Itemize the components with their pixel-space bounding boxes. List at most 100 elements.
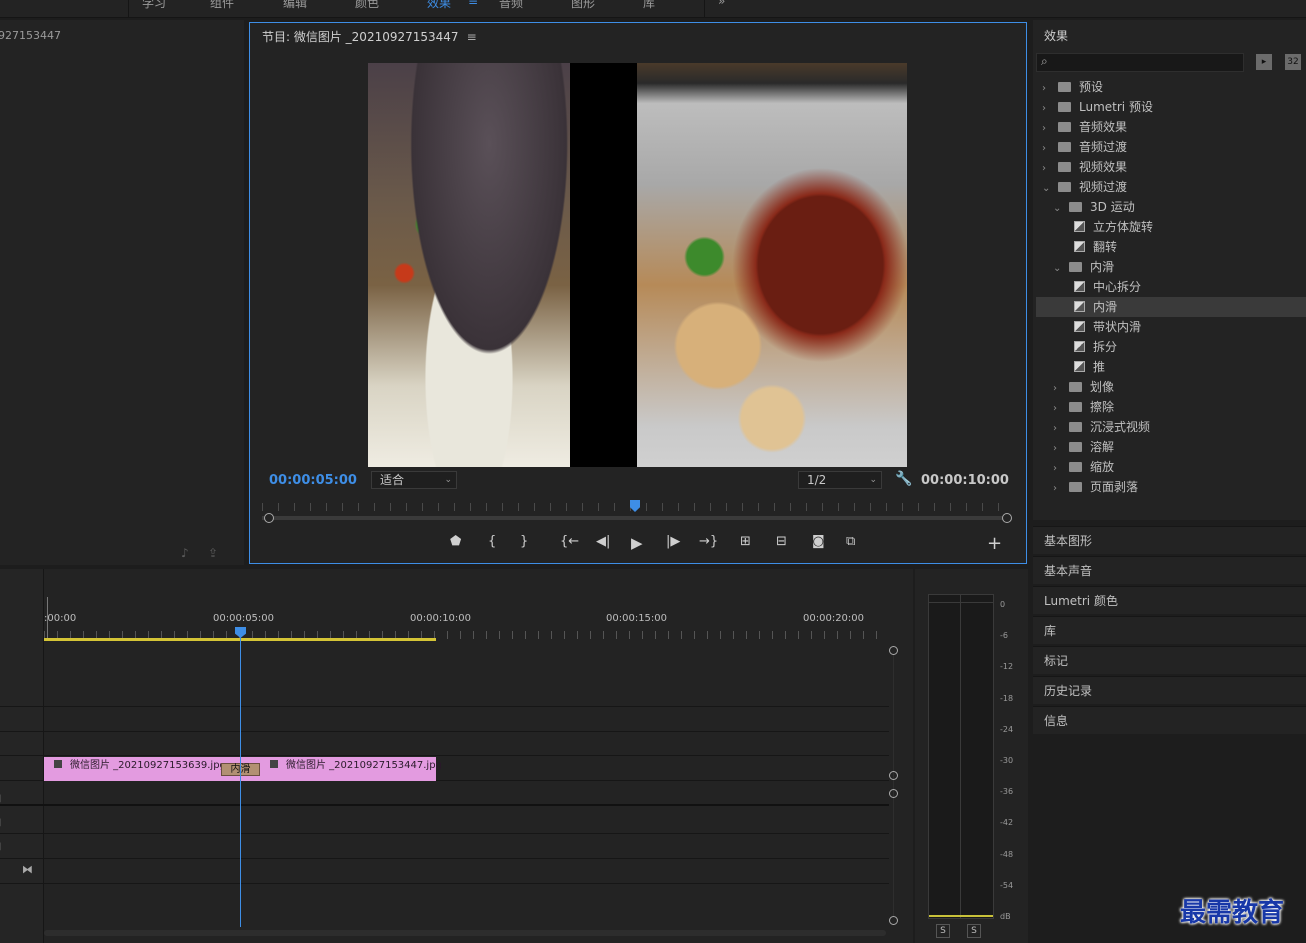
extract-icon[interactable]: ⊟ <box>776 534 787 549</box>
chevron-right-icon[interactable]: › <box>1053 439 1065 459</box>
effect-folder[interactable]: › 划像 <box>1036 377 1306 397</box>
effect-item[interactable]: 翻转 <box>1036 237 1306 257</box>
effect-folder[interactable]: ⌄ 3D 运动 <box>1036 197 1306 217</box>
step-back-icon[interactable]: ◀| <box>596 534 610 549</box>
effect-folder[interactable]: › 页面剥落 <box>1036 477 1306 497</box>
video-scroll-handle[interactable] <box>889 646 898 655</box>
wrench-icon[interactable]: 🔧 <box>895 471 912 487</box>
effect-folder[interactable]: ⌄ 内滑 <box>1036 257 1306 277</box>
effect-folder[interactable]: › 预设 <box>1036 77 1306 97</box>
workspace-tab-assembly[interactable]: 组件 <box>210 0 234 11</box>
video-track[interactable] <box>0 683 889 707</box>
go-to-in-icon[interactable]: {← <box>560 534 579 549</box>
chevron-right-icon[interactable]: › <box>1042 79 1054 99</box>
chevron-down-icon[interactable]: ⌄ <box>1042 179 1054 199</box>
chevron-right-icon[interactable]: › <box>1053 419 1065 439</box>
effect-folder[interactable]: › 视频效果 <box>1036 157 1306 177</box>
workspace-tab-learn[interactable]: 学习 <box>142 0 166 11</box>
effect-item[interactable]: 中心拆分 <box>1036 277 1306 297</box>
timeline-clip[interactable]: 微信图片 _20210927153447.jpg <box>260 757 442 781</box>
program-scrubber[interactable] <box>262 500 1012 523</box>
button-editor-plus-icon[interactable]: + <box>987 533 1002 554</box>
32bit-effects-icon[interactable]: 32 <box>1285 54 1301 70</box>
workspace-tab-editing[interactable]: 编辑 <box>283 0 307 11</box>
current-timecode[interactable]: 00:00:05:00 <box>269 473 357 488</box>
solo-left-button[interactable]: S <box>936 924 950 938</box>
audio-scroll-handle[interactable] <box>889 789 898 798</box>
side-panel-tab[interactable]: 历史记录 <box>1033 676 1306 704</box>
export-frame-icon[interactable]: ◙ <box>812 534 825 549</box>
chevron-right-icon[interactable]: › <box>1053 479 1065 499</box>
chevron-right-icon[interactable]: › <box>1053 459 1065 479</box>
side-panel-tab[interactable]: Lumetri 颜色 <box>1033 586 1306 614</box>
workspace-tab-audio[interactable]: 音频 <box>499 0 523 11</box>
chevron-down-icon[interactable]: ⌄ <box>1053 199 1065 219</box>
timeline-hscroll[interactable] <box>44 930 886 936</box>
workspace-tab-libraries[interactable]: 库 <box>643 0 655 11</box>
effect-item[interactable]: 内滑 <box>1036 297 1306 317</box>
chevron-down-icon[interactable]: ⌄ <box>1053 259 1065 279</box>
workspace-tab-color[interactable]: 颜色 <box>355 0 379 11</box>
audio-output-icon[interactable]: ♪ <box>181 546 189 560</box>
audio-track[interactable] <box>0 860 889 884</box>
workspace-tab-graphics[interactable]: 图形 <box>571 0 595 11</box>
mark-in-icon[interactable]: { <box>488 534 496 549</box>
video-track[interactable] <box>0 732 889 756</box>
effect-folder[interactable]: ⌄ 视频过渡 <box>1036 177 1306 197</box>
lift-icon[interactable]: ⊞ <box>740 534 751 549</box>
effect-folder[interactable]: › 音频效果 <box>1036 117 1306 137</box>
effect-folder[interactable]: › 擦除 <box>1036 397 1306 417</box>
chevron-right-icon[interactable]: › <box>1053 379 1065 399</box>
video-track[interactable] <box>0 708 889 732</box>
workspace-tab-effects[interactable]: 效果 <box>427 0 451 11</box>
chevron-right-icon[interactable]: › <box>1053 399 1065 419</box>
workspace-overflow-icon[interactable]: » <box>718 0 725 8</box>
play-icon[interactable]: ▶ <box>631 534 643 552</box>
go-to-out-icon[interactable]: →} <box>699 534 718 549</box>
step-forward-icon[interactable]: |▶ <box>666 534 680 549</box>
timeline-clip[interactable]: 微信图片 _20210927153639.jpg <box>44 757 226 781</box>
side-panel-tab[interactable]: 标记 <box>1033 646 1306 674</box>
video-scroll-handle[interactable] <box>889 771 898 780</box>
resolution-select[interactable]: 1/2 ⌄ <box>798 471 882 489</box>
effect-item[interactable]: 拆分 <box>1036 337 1306 357</box>
mark-out-icon[interactable]: } <box>520 534 528 549</box>
chevron-right-icon[interactable]: › <box>1042 99 1054 119</box>
effect-folder[interactable]: › 缩放 <box>1036 457 1306 477</box>
side-panel-tab[interactable]: 库 <box>1033 616 1306 644</box>
chevron-right-icon[interactable]: › <box>1042 159 1054 179</box>
chevron-down-icon: ⌄ <box>444 475 452 485</box>
effect-item[interactable]: 推 <box>1036 357 1306 377</box>
effect-item[interactable]: 立方体旋转 <box>1036 217 1306 237</box>
workspace-menu-icon[interactable]: ≡ <box>468 0 478 8</box>
audio-track[interactable] <box>0 782 889 806</box>
db-label: -54 <box>1000 880 1014 890</box>
audio-track[interactable] <box>0 810 889 834</box>
side-panel-tab[interactable]: 信息 <box>1033 706 1306 734</box>
scrubber-zoom-end-handle[interactable] <box>1002 513 1012 523</box>
compare-icon[interactable]: ⧉ <box>846 534 855 549</box>
effect-item[interactable]: 带状内滑 <box>1036 317 1306 337</box>
panel-menu-icon[interactable]: ≡ <box>467 30 477 44</box>
accelerated-effects-icon[interactable]: ▸ <box>1256 54 1272 70</box>
export-icon[interactable]: ⇪ <box>208 546 218 560</box>
scrubber-zoom-start-handle[interactable] <box>264 513 274 523</box>
effect-folder[interactable]: › 沉浸式视频 <box>1036 417 1306 437</box>
zoom-select[interactable]: 适合 ⌄ <box>371 471 457 489</box>
audio-scroll-handle[interactable] <box>889 916 898 925</box>
chevron-right-icon[interactable]: › <box>1042 119 1054 139</box>
effect-folder[interactable]: › Lumetri 预设 <box>1036 97 1306 117</box>
effect-folder[interactable]: › 音频过渡 <box>1036 137 1306 157</box>
effects-search-input[interactable]: ⌕ <box>1036 53 1244 72</box>
marker-icon[interactable]: ⬟ <box>450 534 461 549</box>
side-panel-tab[interactable]: 基本声音 <box>1033 556 1306 584</box>
effect-folder[interactable]: › 溶解 <box>1036 437 1306 457</box>
chevron-right-icon[interactable]: › <box>1042 139 1054 159</box>
solo-right-button[interactable]: S <box>967 924 981 938</box>
program-video-frame[interactable] <box>368 63 907 467</box>
folder-icon <box>1069 462 1082 472</box>
side-panel-tab[interactable]: 基本图形 <box>1033 526 1306 554</box>
audio-track[interactable] <box>0 835 889 859</box>
scrubber-zoom-bar[interactable] <box>262 516 1010 520</box>
program-title[interactable]: 节目: 微信图片 _20210927153447 ≡ <box>262 28 477 45</box>
